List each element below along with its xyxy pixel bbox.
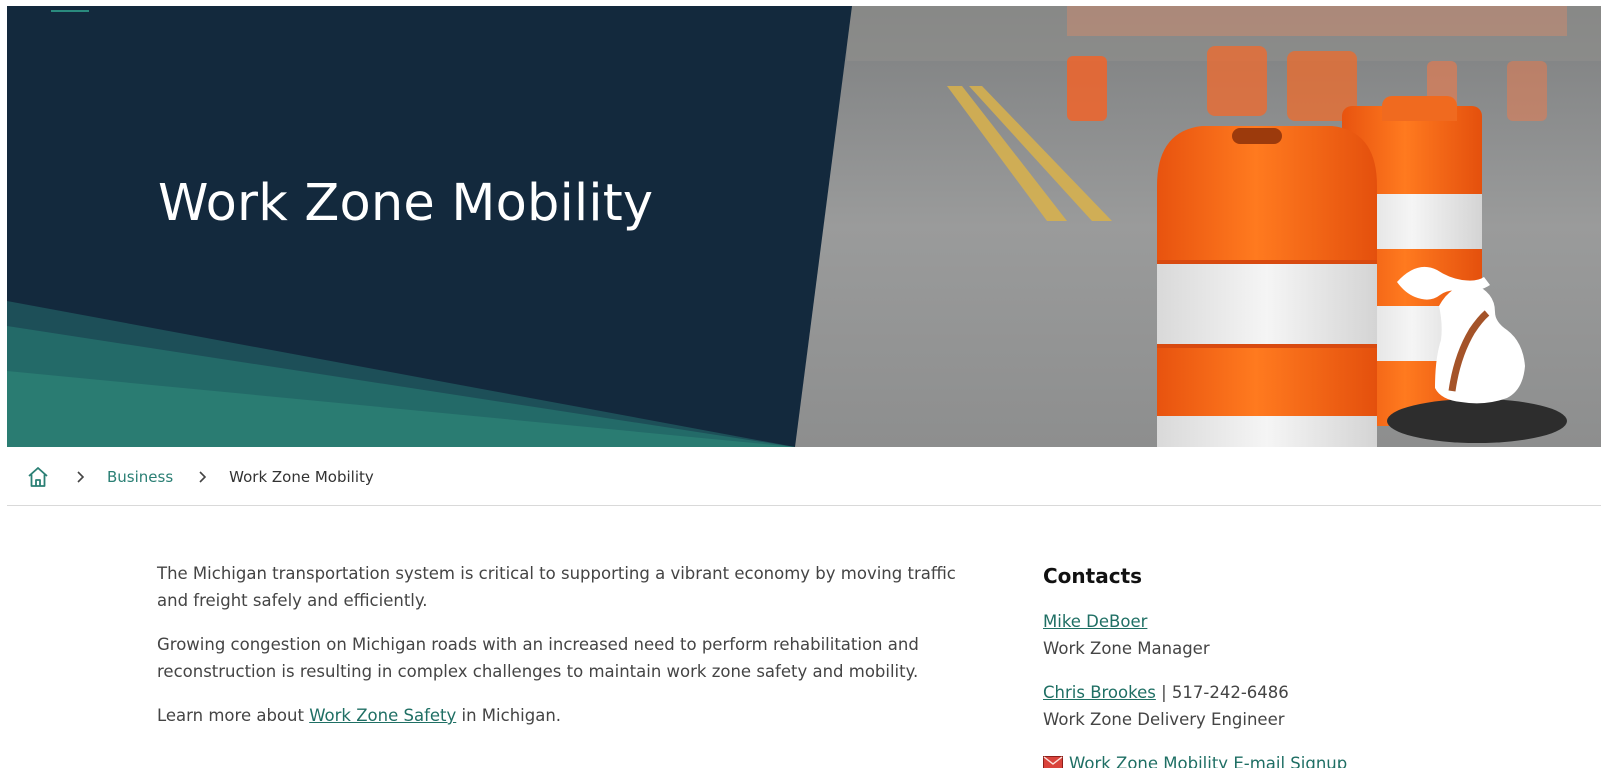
chevron-right-icon — [73, 470, 87, 484]
congestion-paragraph: Growing congestion on Michigan roads wit… — [157, 635, 919, 681]
contact-name-link[interactable]: Mike DeBoer — [1043, 612, 1147, 631]
breadcrumb-current: Work Zone Mobility — [229, 467, 374, 486]
main-content: The Michigan transportation system is cr… — [157, 560, 987, 746]
email-signup[interactable]: Work Zone Mobility E-mail Signup — [1043, 750, 1563, 768]
contact-item: Mike DeBoer Work Zone Manager — [1043, 608, 1563, 662]
contacts-heading: Contacts — [1043, 564, 1143, 588]
learn-more-text: Learn more about — [157, 706, 310, 725]
hero-accent-bar — [51, 10, 89, 12]
learn-more-suffix: in Michigan. — [456, 706, 562, 725]
breadcrumb-link-business[interactable]: Business — [107, 468, 173, 486]
envelope-icon — [1043, 756, 1063, 768]
intro-paragraph: The Michigan transportation system is cr… — [157, 564, 956, 610]
breadcrumb: Business Work Zone Mobility — [7, 448, 1601, 506]
contact-title: Work Zone Delivery Engineer — [1043, 710, 1285, 729]
contact-phone: | 517-242-6486 — [1155, 683, 1289, 702]
contacts-sidebar: Contacts Mike DeBoer Work Zone Manager C… — [1043, 562, 1563, 768]
home-icon[interactable] — [25, 464, 51, 490]
contact-title: Work Zone Manager — [1043, 639, 1210, 658]
work-zone-safety-link[interactable]: Work Zone Safety — [309, 706, 456, 725]
hero-banner: Work Zone Mobility — [7, 6, 1601, 447]
contact-name-link[interactable]: Chris Brookes — [1043, 683, 1156, 702]
email-signup-link[interactable]: Work Zone Mobility E-mail Signup — [1069, 750, 1347, 768]
contact-item: Chris Brookes | 517-242-6486 Work Zone D… — [1043, 679, 1563, 733]
page-title: Work Zone Mobility — [158, 174, 654, 233]
chevron-right-icon — [195, 470, 209, 484]
learn-more-paragraph: Learn more about Work Zone Safety in Mic… — [157, 702, 987, 729]
